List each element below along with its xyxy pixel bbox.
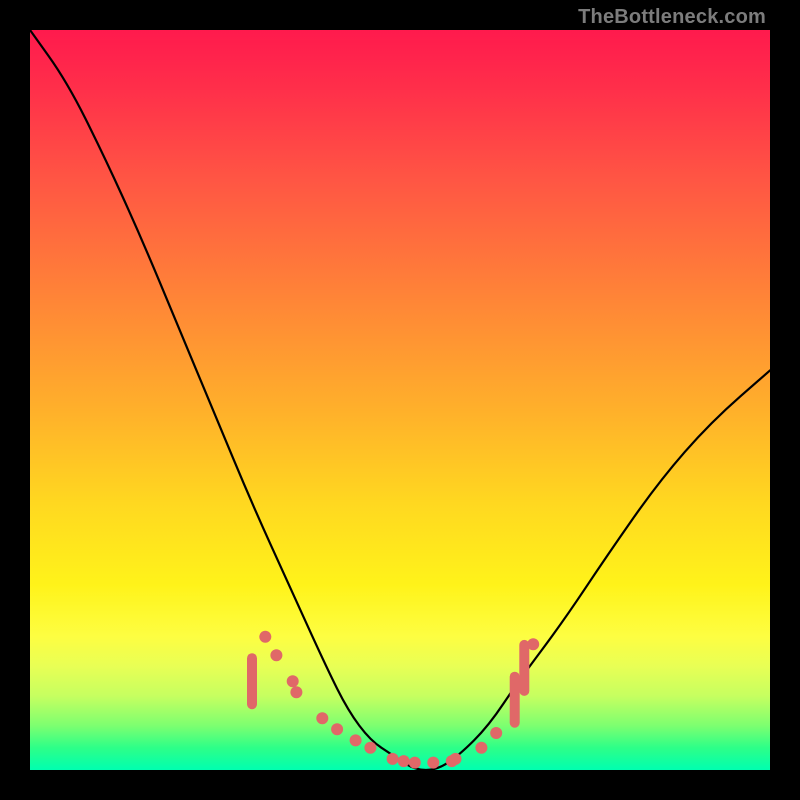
marker-dot — [409, 757, 421, 769]
marker-dot — [316, 712, 328, 724]
marker-dot — [475, 742, 487, 754]
plot-area — [30, 30, 770, 770]
marker-dot — [350, 734, 362, 746]
marker-dot — [364, 742, 376, 754]
marker-dot — [398, 755, 410, 767]
marker-dot — [450, 753, 462, 765]
marker-dot — [259, 631, 271, 643]
curve-layer — [30, 30, 770, 770]
marker-dot — [387, 753, 399, 765]
chart-frame: TheBottleneck.com — [0, 0, 800, 800]
marker-bar — [510, 672, 520, 728]
marker-bar — [247, 653, 257, 709]
marker-dot — [290, 686, 302, 698]
marker-dot — [446, 755, 458, 767]
marker-dot — [270, 649, 282, 661]
marker-dot — [427, 757, 439, 769]
marker-dot — [490, 727, 502, 739]
marker-layer — [247, 631, 539, 769]
bottleneck-curve — [30, 30, 770, 770]
marker-bar — [519, 640, 529, 696]
marker-dot — [287, 675, 299, 687]
watermark-text: TheBottleneck.com — [578, 6, 766, 29]
marker-dot — [527, 638, 539, 650]
marker-dot — [331, 723, 343, 735]
